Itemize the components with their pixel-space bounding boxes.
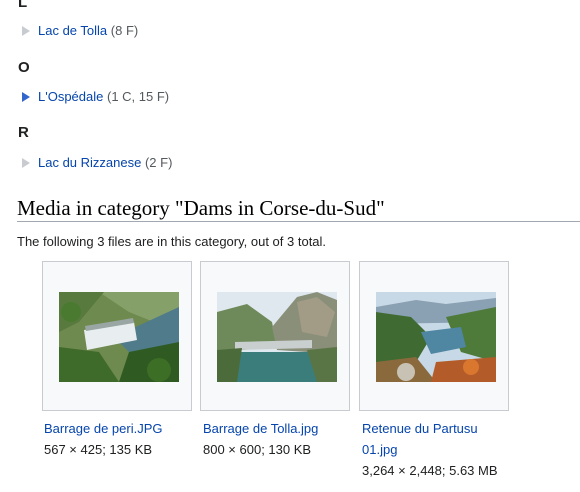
gallery-thumb-3[interactable]	[359, 261, 509, 411]
subcategory-count: (8 F)	[110, 23, 139, 38]
subcategory-item-lac-de-tolla: Lac de Tolla (8 F)	[22, 23, 138, 39]
expand-arrow-icon[interactable]	[22, 92, 30, 102]
expand-arrow-icon[interactable]	[22, 26, 30, 36]
subcategory-item-ospedale: L'Ospédale (1 C, 15 F)	[22, 89, 169, 105]
thumbnail-tolla-dam[interactable]	[217, 292, 337, 382]
file-link[interactable]: Barrage de peri.JPG	[44, 421, 163, 436]
subcategory-link[interactable]: Lac du Rizzanese	[38, 155, 141, 170]
subcategory-link[interactable]: Lac de Tolla	[38, 23, 107, 38]
expand-arrow-icon[interactable]	[22, 158, 30, 168]
file-meta: 3,264 × 2,448; 5.63 MB	[362, 463, 498, 478]
heading-divider	[17, 221, 580, 222]
letter-heading-o: O	[18, 59, 30, 76]
gallery-caption-2: Barrage de Tolla.jpg 800 × 600; 130 KB	[203, 418, 348, 460]
gallery-thumb-1[interactable]	[42, 261, 192, 411]
subcategory-item-lac-du-rizzanese: Lac du Rizzanese (2 F)	[22, 155, 172, 171]
file-link[interactable]: Barrage de Tolla.jpg	[203, 421, 318, 436]
letter-heading-l: L	[18, 0, 28, 11]
media-section-heading: Media in category "Dams in Corse-du-Sud"	[17, 196, 385, 220]
gallery-thumb-2[interactable]	[200, 261, 350, 411]
file-meta: 567 × 425; 135 KB	[44, 442, 153, 457]
gallery-caption-1: Barrage de peri.JPG 567 × 425; 135 KB	[44, 418, 189, 460]
thumbnail-spillway-dam[interactable]	[59, 292, 179, 382]
letter-heading-r: R	[18, 124, 29, 141]
file-link[interactable]: Retenue du Partusu 01.jpg	[362, 421, 478, 457]
subcategory-count: (2 F)	[144, 155, 173, 170]
media-summary: The following 3 files are in this catego…	[17, 234, 327, 249]
gallery-caption-3: Retenue du Partusu 01.jpg 3,264 × 2,448;…	[362, 418, 507, 481]
subcategory-count: (1 C, 15 F)	[107, 89, 170, 104]
subcategory-link[interactable]: L'Ospédale	[38, 89, 103, 104]
thumbnail-partusu-reservoir[interactable]	[376, 292, 496, 382]
file-meta: 800 × 600; 130 KB	[203, 442, 312, 457]
